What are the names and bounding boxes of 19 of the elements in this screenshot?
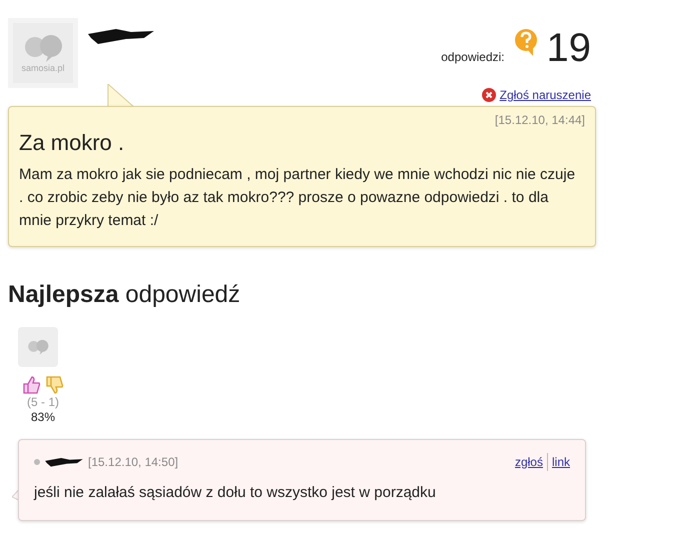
report-link[interactable]: zgłoś	[514, 452, 543, 470]
answer-date: [15.12.10, 14:50]	[88, 454, 178, 470]
avatar-label: samosia.pl	[21, 64, 65, 72]
speech-bubbles-icon	[26, 338, 50, 354]
answer-body: jeśli nie zalałaś sąsiadów z dołu to wszystko jest w porządku	[34, 482, 437, 502]
question-bubble-icon	[512, 28, 538, 56]
vote-count: (5 - 1)	[26, 394, 59, 410]
thumbs-up-icon[interactable]	[22, 374, 42, 394]
permalink[interactable]: link	[546, 452, 570, 470]
answers-label: odpowiedzi:	[441, 49, 504, 66]
thumbs-down-icon[interactable]	[44, 374, 64, 394]
question-date: [15.12.10, 14:44]	[494, 112, 585, 129]
question-body: Mam za mokro jak sie podniecam , moj partner kiedy we mnie wchodzi nic nie czuje . co zrobic zeby nie było az tak mokro??? prosze o powazne odpowiedzi . to dla mnie przykry temat :/	[19, 164, 576, 230]
close-icon	[482, 88, 496, 102]
best-answer-heading: Najlepsza odpowiedź	[8, 280, 242, 310]
answers-count: 19	[546, 28, 591, 68]
vote-percent: 83%	[30, 410, 56, 424]
report-link[interactable]: Zgłoś naruszenie	[500, 86, 591, 104]
question-title: Za mokro .	[19, 129, 126, 156]
